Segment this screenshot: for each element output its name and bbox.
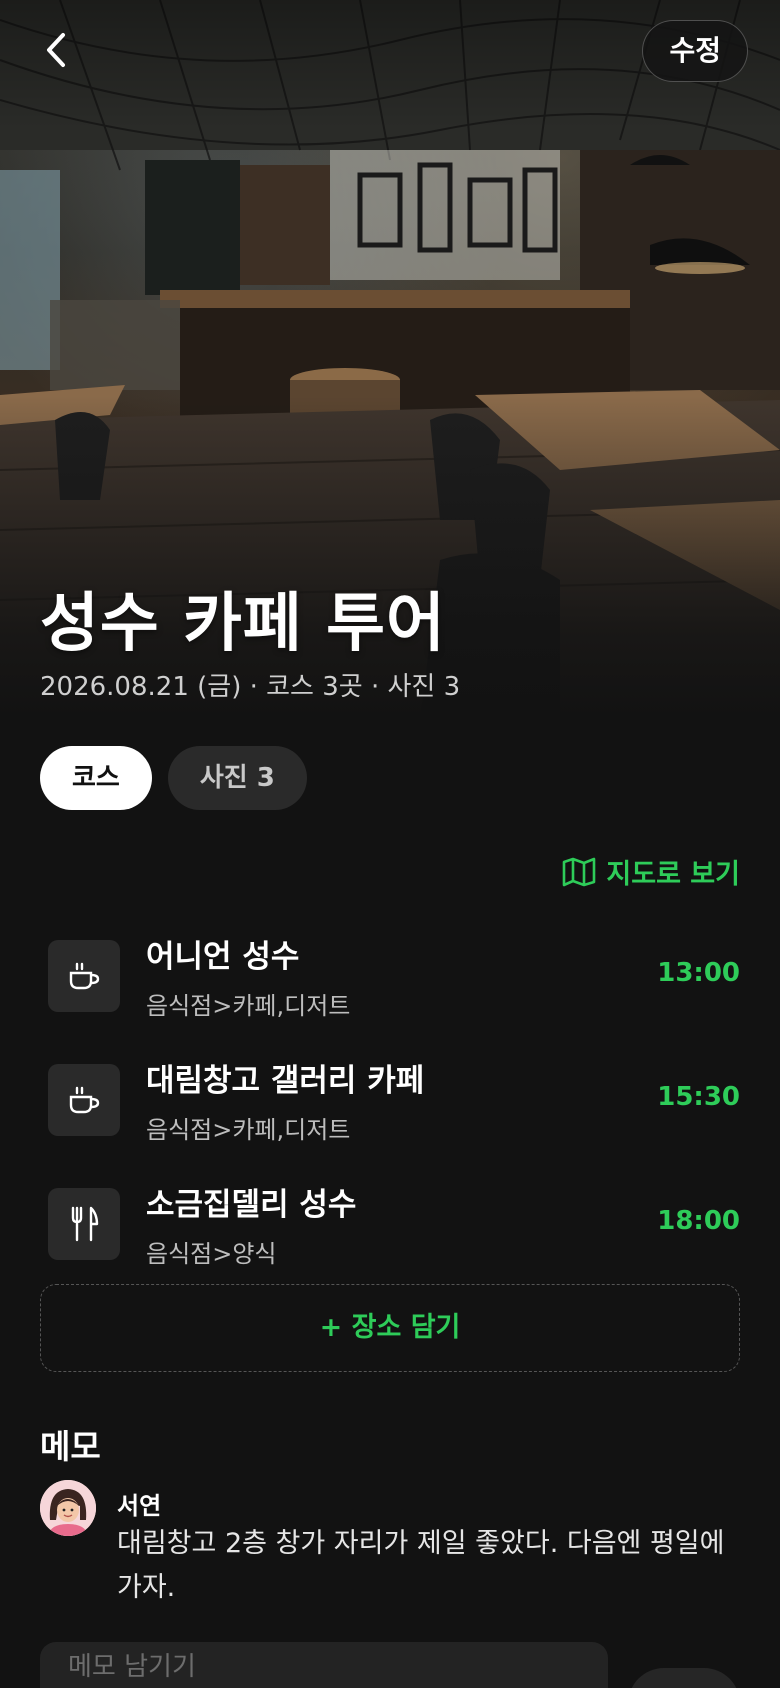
course-category: 음식점>양식	[146, 1240, 277, 1268]
tab-photos[interactable]: 사진 3	[167, 746, 307, 810]
back-button[interactable]	[34, 28, 78, 72]
coffee-cup-icon	[69, 962, 100, 990]
course-icon-box	[48, 1188, 120, 1260]
memo-author: 서연	[117, 1492, 162, 1520]
map-icon	[563, 857, 596, 886]
avatar	[40, 1480, 96, 1536]
page-title: 성수 카페 투어	[40, 587, 446, 661]
tab-bar: 코스 사진 3	[40, 746, 307, 810]
course-icon-box	[48, 940, 120, 1012]
course-time: 18:00	[657, 1206, 740, 1236]
edit-button[interactable]: 수정	[642, 20, 748, 82]
memo-input[interactable]	[40, 1642, 608, 1688]
course-item[interactable]: 대림창고 갤러리 카페 음식점>카페,디저트 15:30	[40, 1038, 740, 1162]
course-name: 어니언 성수	[146, 939, 300, 975]
course-item[interactable]: 소금집델리 성수 음식점>양식 18:00	[40, 1162, 740, 1286]
send-memo-button[interactable]	[628, 1668, 740, 1688]
course-category: 음식점>카페,디저트	[146, 992, 351, 1020]
tab-course[interactable]: 코스	[40, 746, 152, 810]
view-map-link[interactable]: 지도로 보기	[562, 852, 740, 891]
course-category: 음식점>카페,디저트	[146, 1116, 351, 1144]
trip-meta: 2026.08.21 (금) · 코스 3곳 · 사진 3	[40, 672, 461, 702]
course-time: 15:30	[657, 1082, 740, 1112]
course-item[interactable]: 어니언 성수 음식점>카페,디저트 13:00	[40, 914, 740, 1038]
memo-heading: 메모	[40, 1427, 101, 1466]
coffee-cup-icon	[69, 1086, 100, 1114]
view-map-label: 지도로 보기	[606, 859, 740, 890]
memo-text: 대림창고 2층 창가 자리가 제일 좋았다. 다음엔 평일에 가자.	[117, 1528, 725, 1603]
fork-knife-icon	[71, 1206, 99, 1242]
course-icon-box	[48, 1064, 120, 1136]
course-name: 대림창고 갤러리 카페	[146, 1063, 425, 1099]
add-place-button[interactable]: + 장소 담기	[40, 1284, 740, 1372]
course-name: 소금집델리 성수	[146, 1187, 357, 1223]
chevron-left-icon	[47, 33, 65, 67]
course-list: 어니언 성수 음식점>카페,디저트 13:00 대림창고 갤러리 카페 음식점>…	[40, 914, 740, 1286]
user-avatar-icon	[40, 1480, 96, 1536]
course-time: 13:00	[657, 958, 740, 988]
